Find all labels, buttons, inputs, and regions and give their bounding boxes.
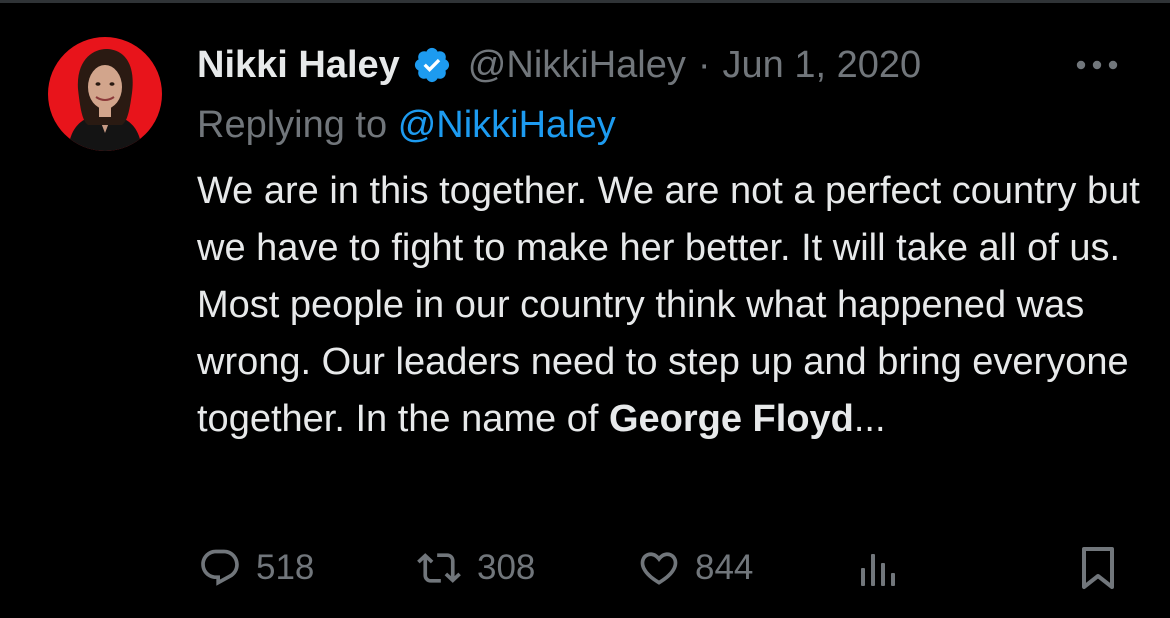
heart-icon (640, 552, 678, 585)
avatar[interactable] (48, 37, 162, 151)
tweet-text-ellipsis: ... (853, 398, 886, 440)
replying-to-mention-link[interactable]: @NikkiHaley (398, 104, 616, 146)
more-options-icon[interactable] (1074, 58, 1120, 72)
tweet-header: Nikki Haley @NikkiHaley · Jun 1, 2020 (197, 40, 921, 90)
reply-count: 518 (256, 548, 315, 587)
retweet-button[interactable]: 308 (415, 540, 535, 596)
like-button[interactable]: 844 (637, 540, 753, 596)
views-button[interactable] (857, 540, 901, 596)
like-count: 844 (695, 548, 754, 587)
separator-dot: · (697, 43, 711, 86)
replying-to-line: Replying to @NikkiHaley (197, 104, 616, 147)
reply-button[interactable]: 518 (198, 540, 314, 596)
tweet-date[interactable]: Jun 1, 2020 (723, 44, 922, 87)
action-bar: 518 308 844 (0, 540, 1170, 596)
tweet-text: We are in this together. We are not a pe… (197, 163, 1142, 448)
verified-badge-icon[interactable] (412, 45, 452, 85)
tweet-text-bold-name: George Floyd (608, 398, 854, 440)
author-display-name[interactable]: Nikki Haley (197, 44, 400, 87)
tweet[interactable]: Nikki Haley @NikkiHaley · Jun 1, 2020 Re… (0, 0, 1170, 618)
reply-bubble-icon (201, 549, 239, 586)
retweet-count: 308 (477, 548, 536, 587)
bookmark-button[interactable] (1078, 540, 1118, 596)
retweet-arrows-icon (417, 553, 461, 583)
replying-to-prefix: Replying to (197, 104, 388, 146)
author-handle[interactable]: @NikkiHaley (468, 44, 686, 87)
views-bar-chart-icon (861, 554, 895, 586)
bookmark-icon (1082, 547, 1114, 589)
